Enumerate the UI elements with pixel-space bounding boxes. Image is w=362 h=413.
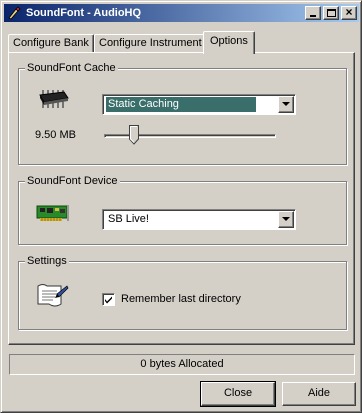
tab-configure-instrument[interactable]: Configure Instrument xyxy=(94,34,207,53)
soundfont-device-group: SoundFont Device SB Live! xyxy=(18,174,347,245)
cache-size-label: 9.50 MB xyxy=(35,129,76,141)
soundfont-cache-label: SoundFont Cache xyxy=(25,61,118,75)
chevron-down-icon[interactable] xyxy=(278,96,294,113)
cache-mode-value: Static Caching xyxy=(106,97,256,112)
app-icon xyxy=(6,5,22,21)
soundfont-window: SoundFont - AudioHQ × Configure Bank Con… xyxy=(0,0,362,413)
close-icon: × xyxy=(345,5,353,19)
minimize-button[interactable] xyxy=(305,6,321,20)
checkmark-icon xyxy=(105,296,112,304)
soundfont-cache-group: SoundFont Cache Static Caching 9.50 MB xyxy=(18,61,347,165)
device-value: SB Live! xyxy=(108,213,149,225)
tab-options[interactable]: Options xyxy=(203,31,255,54)
maximize-icon xyxy=(327,9,336,17)
settings-label: Settings xyxy=(25,254,69,268)
allocation-status: 0 bytes Allocated xyxy=(9,354,355,375)
tab-configure-bank[interactable]: Configure Bank xyxy=(8,34,94,53)
remember-directory-checkbox[interactable] xyxy=(102,293,115,306)
window-title: SoundFont - AudioHQ xyxy=(26,7,142,19)
options-panel: SoundFont Cache Static Caching 9.50 MB S… xyxy=(8,52,355,345)
maximize-button[interactable] xyxy=(323,6,339,20)
remember-directory-label[interactable]: Remember last directory xyxy=(121,293,241,305)
soundfont-device-label: SoundFont Device xyxy=(25,174,120,188)
cache-size-slider-thumb[interactable] xyxy=(129,125,139,145)
settings-group: Settings Remember last directory xyxy=(18,254,347,330)
title-bar[interactable]: SoundFont - AudioHQ × xyxy=(4,4,359,22)
minimize-icon xyxy=(310,15,316,17)
chevron-down-icon[interactable] xyxy=(278,211,294,228)
device-select[interactable]: SB Live! xyxy=(102,209,296,230)
cache-mode-select[interactable]: Static Caching xyxy=(102,94,296,115)
help-button[interactable]: Aide xyxy=(282,382,356,406)
close-window-button[interactable]: × xyxy=(341,5,357,20)
memory-chip-icon xyxy=(37,88,71,113)
document-pen-icon xyxy=(35,282,69,313)
sound-card-icon xyxy=(36,203,70,226)
close-button[interactable]: Close xyxy=(200,381,276,407)
